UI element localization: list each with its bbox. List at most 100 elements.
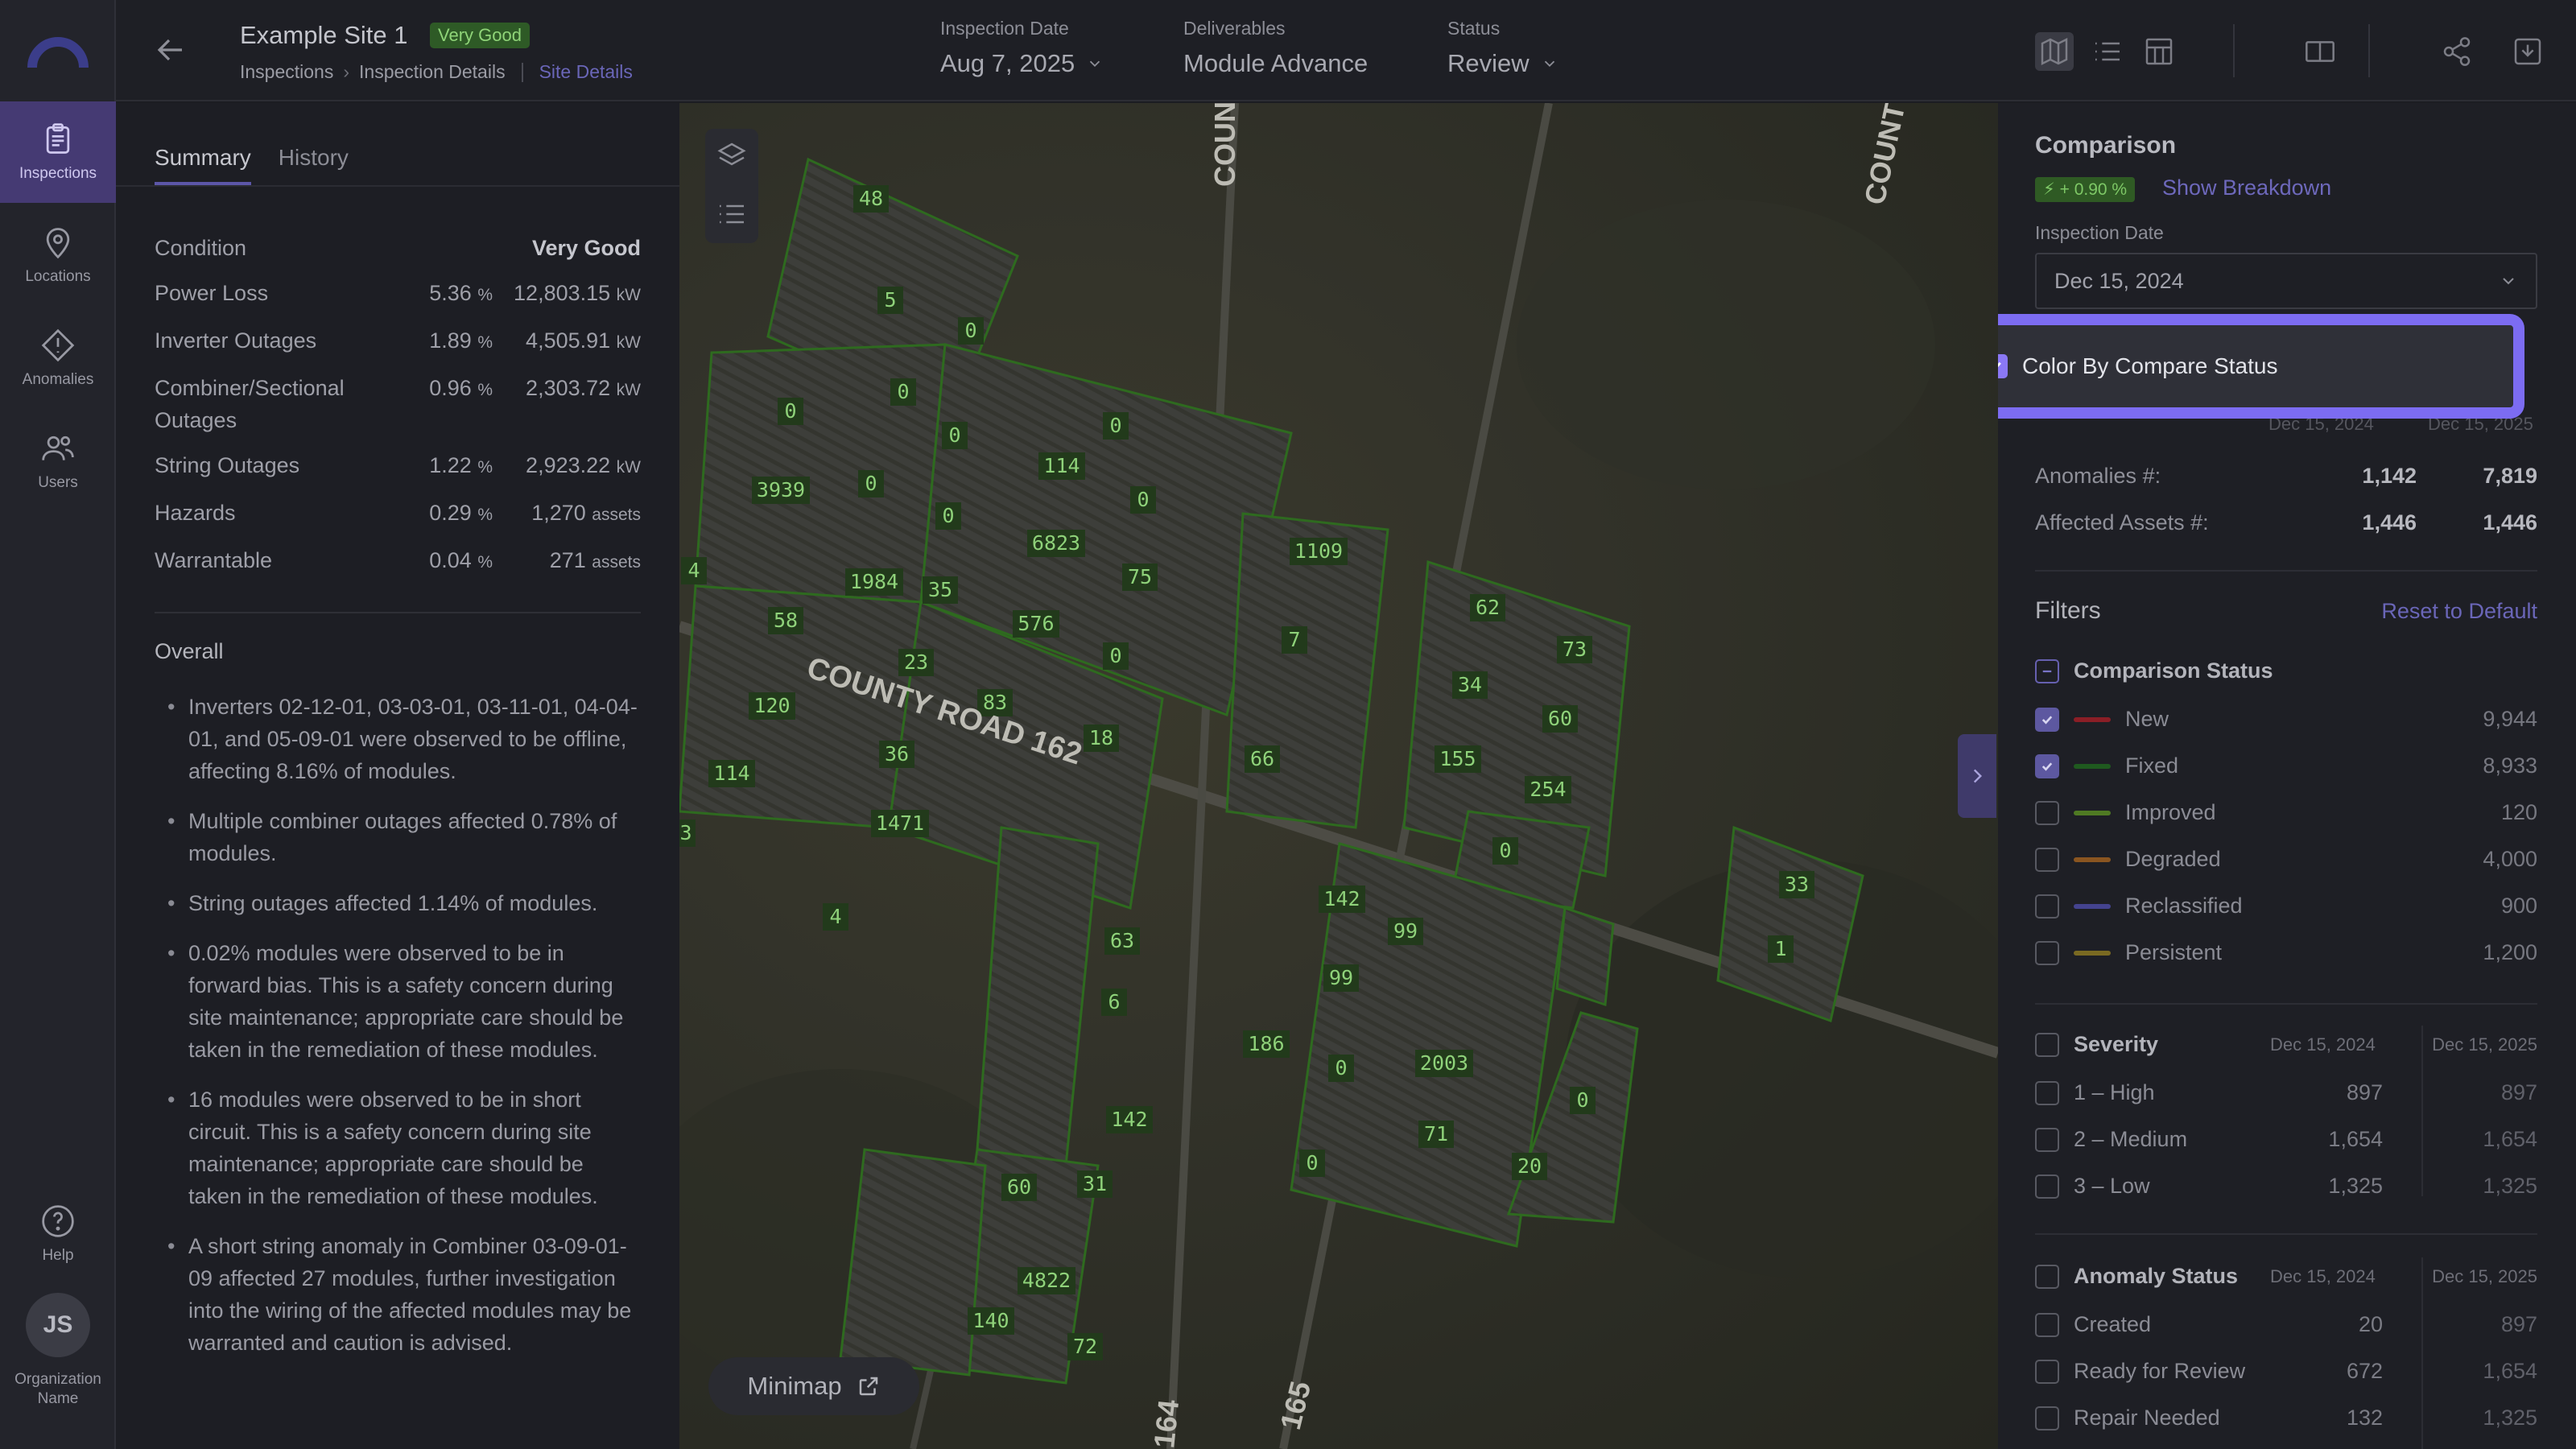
filter-row-improved[interactable]: Improved 120 [2035, 800, 2537, 825]
block-label-99: 99 [1388, 918, 1423, 945]
checkbox[interactable] [2035, 753, 2059, 778]
status-field[interactable]: Status Review [1447, 18, 1558, 78]
filter-row-severity-high[interactable]: 1 – High 897 897 [2035, 1080, 2537, 1105]
legend-list-icon[interactable] [716, 198, 748, 230]
nav-item-anomalies[interactable]: Anomalies [0, 308, 116, 409]
block-label-2003: 2003 [1415, 1050, 1473, 1077]
block-label-75: 75 [1122, 564, 1158, 591]
nav-item-label: Locations [25, 268, 91, 285]
map-view-button[interactable] [2035, 32, 2074, 71]
percent-symbol: % [477, 458, 493, 477]
filter-count-2: 1,325 [2483, 1406, 2537, 1430]
affected-assets-value-2: 1,446 [2483, 510, 2537, 535]
metric-value: 1,270 assets [493, 497, 641, 531]
filter-row-severity-medium[interactable]: 2 – Medium 1,654 1,654 [2035, 1127, 2537, 1152]
nav-item-locations[interactable]: Locations [0, 204, 116, 306]
severity-checkbox[interactable] [2035, 1032, 2059, 1057]
site-details-link[interactable]: Site Details [539, 61, 633, 83]
filter-label: 1 – High [2074, 1080, 2155, 1104]
checkbox[interactable] [2035, 1359, 2059, 1384]
road-label: COUNT [1858, 103, 1912, 208]
checkbox[interactable] [2035, 707, 2059, 732]
checkbox[interactable] [2035, 1174, 2059, 1199]
checkbox[interactable] [2035, 894, 2059, 919]
filter-row-persistent[interactable]: Persistent 1,200 [2035, 940, 2537, 965]
back-button[interactable] [151, 31, 190, 69]
filter-row-severity-low[interactable]: 3 – Low 1,325 1,325 [2035, 1174, 2537, 1199]
percent-symbol: % [477, 553, 493, 572]
list-item: Inverters 02-12-01, 03-03-01, 03-11-01, … [155, 691, 641, 787]
panel-expand-button[interactable] [1958, 734, 1996, 818]
show-breakdown-link[interactable]: Show Breakdown [2162, 175, 2331, 200]
metric-percent: 0.96 % [420, 372, 493, 436]
download-button[interactable] [2508, 32, 2547, 71]
filter-row-fixed[interactable]: Fixed 8,933 [2035, 753, 2537, 778]
breadcrumb-divider [521, 62, 523, 82]
block-label-0: 0 [1299, 1150, 1325, 1177]
list-item: 16 modules were observed to be in short … [155, 1084, 641, 1212]
inspection-date-field[interactable]: Inspection Date Aug 7, 2025 [940, 18, 1104, 78]
metric-percent-value: 5.36 [429, 281, 472, 305]
checkbox[interactable] [2035, 1406, 2059, 1430]
affected-assets-row: Affected Assets #: 1,446 1,446 [2035, 510, 2537, 535]
block-label-1471: 1471 [871, 810, 929, 837]
avatar[interactable]: JS [26, 1293, 90, 1357]
block-label-142: 142 [1106, 1106, 1153, 1133]
nav-item-users[interactable]: Users [0, 411, 116, 512]
color-by-compare-status-toggle[interactable]: Color By Compare Status [1998, 314, 2524, 419]
checkbox[interactable] [2035, 1312, 2059, 1337]
layers-icon[interactable] [716, 140, 748, 172]
checkbox[interactable] [2035, 1080, 2059, 1105]
checkbox-checked-icon[interactable] [1998, 354, 2008, 378]
filter-row-ready-for-review[interactable]: Ready for Review 672 1,654 [2035, 1359, 2537, 1384]
block-label-text: 0 [784, 399, 796, 423]
map-tools [705, 129, 758, 243]
block-label-5: 5 [877, 287, 903, 314]
compare-date-select[interactable]: Dec 15, 2024 [2035, 253, 2537, 309]
list-view-button[interactable] [2088, 32, 2127, 71]
split-view-button[interactable] [2301, 32, 2339, 71]
section-divider [2035, 1233, 2537, 1235]
block-label-text: 155 [1439, 747, 1476, 770]
minimap-button[interactable]: Minimap [708, 1357, 919, 1415]
status-color-swatch [2074, 950, 2111, 956]
block-label-6823: 6823 [1027, 530, 1085, 557]
metric-row: Inverter Outages 1.89 % 4,505.91 kW [155, 324, 641, 359]
filter-row-repair-needed[interactable]: Repair Needed 132 1,325 [2035, 1406, 2537, 1430]
checkbox[interactable] [2035, 847, 2059, 872]
checkbox[interactable] [2035, 800, 2059, 825]
split-panel-icon [2306, 41, 2334, 62]
satellite-map[interactable]: 48 5 0 0 0 0 0 114 0 0 3939 0 6823 75 19… [679, 103, 1998, 1449]
condition-badge: Very Good [430, 23, 530, 48]
filter-row-new[interactable]: New 9,944 [2035, 707, 2537, 732]
layout-view-button[interactable] [2140, 32, 2178, 71]
tab-history[interactable]: History [279, 145, 349, 186]
checkbox[interactable] [2035, 1127, 2059, 1152]
filter-row-degraded[interactable]: Degraded 4,000 [2035, 847, 2537, 872]
brand-logo[interactable] [0, 0, 116, 101]
comparison-status-checkbox[interactable] [2035, 658, 2059, 683]
reset-to-default-link[interactable]: Reset to Default [2381, 599, 2537, 624]
top-header: Example Site 1 Very Good Inspections › I… [116, 0, 2576, 101]
status-label: Status [1447, 18, 1501, 39]
breadcrumb-inspections[interactable]: Inspections [240, 61, 333, 83]
status-color-swatch [2074, 763, 2111, 769]
nav-item-inspections[interactable]: Inspections [0, 101, 116, 203]
nav-item-help[interactable]: Help [0, 1183, 116, 1285]
metric-label: Combiner/Sectional Outages [155, 376, 345, 432]
block-label-66: 66 [1245, 745, 1280, 773]
checkbox[interactable] [2035, 940, 2059, 965]
delta-value: + 0.90 % [2059, 180, 2128, 199]
filter-count-2: 897 [2500, 1312, 2537, 1336]
block-label-0: 0 [958, 317, 984, 345]
affected-assets-label: Affected Assets #: [2035, 510, 2209, 535]
breadcrumb-inspection-details[interactable]: Inspection Details [359, 61, 506, 83]
anomaly-status-checkbox[interactable] [2035, 1264, 2059, 1289]
anomalies-value-1: 1,142 [2362, 464, 2417, 488]
anomaly-status-date-1: Dec 15, 2024 [2270, 1265, 2376, 1286]
filter-row-reclassified[interactable]: Reclassified 900 [2035, 894, 2537, 919]
filter-row-created[interactable]: Created 20 897 [2035, 1312, 2537, 1337]
tab-summary[interactable]: Summary [155, 145, 251, 186]
share-button[interactable] [2438, 32, 2476, 71]
comparison-title: Comparison [2035, 132, 2177, 159]
